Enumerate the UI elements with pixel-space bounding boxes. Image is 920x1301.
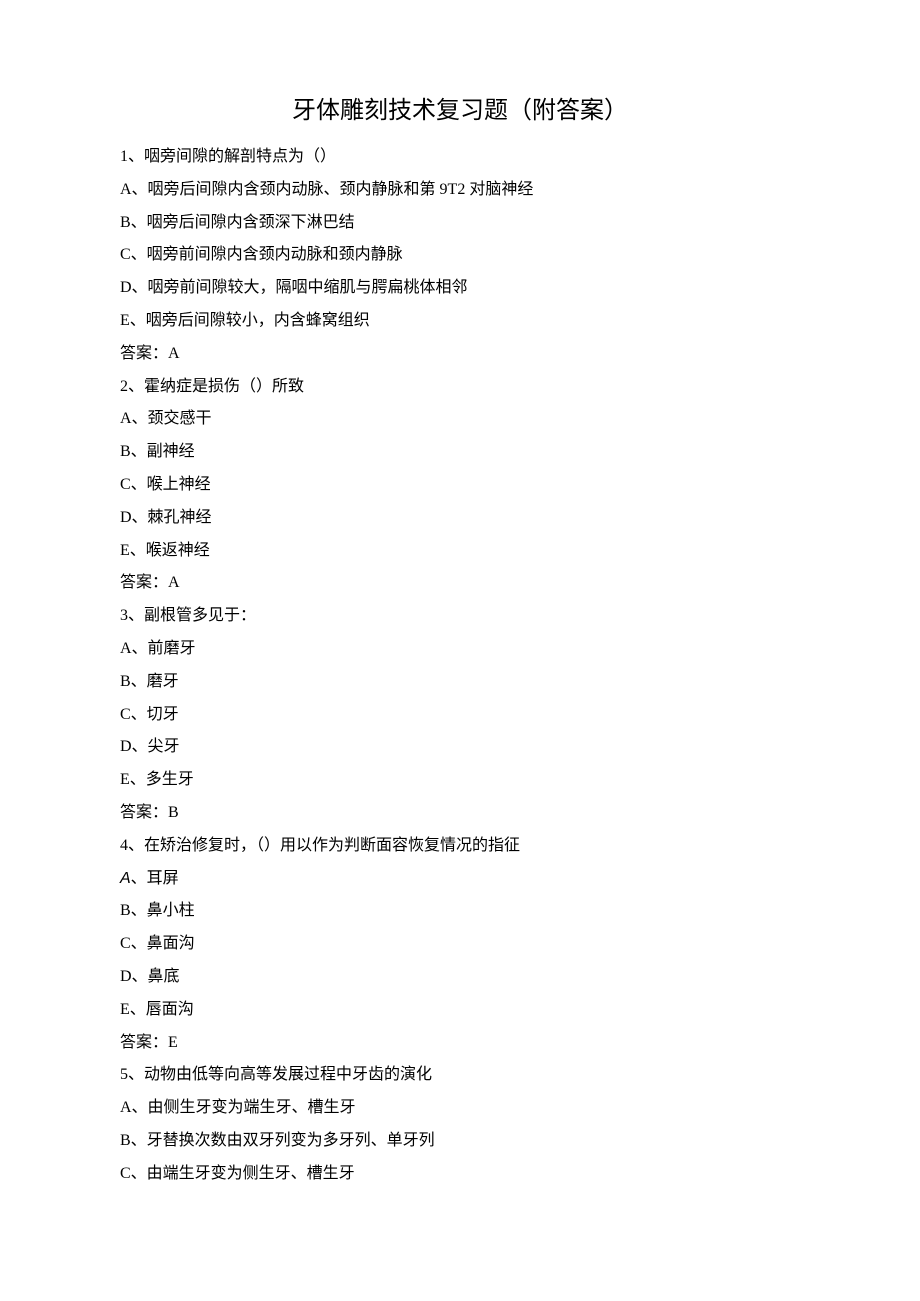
question-option: B、鼻小柱: [120, 895, 800, 928]
question-answer: 答案：E: [120, 1027, 800, 1060]
question-option: B、咽旁后间隙内含颈深下淋巴结: [120, 207, 800, 240]
question-stem: 4、在矫治修复时，（）用以作为判断面容恢复情况的指征: [120, 830, 800, 863]
option-letter: A: [120, 870, 131, 887]
document-page: 牙体雕刻技术复习题（附答案） 1、咽旁间隙的解剖特点为（）A、咽旁后间隙内含颈内…: [0, 0, 920, 1251]
question-option: E、唇面沟: [120, 994, 800, 1027]
question-option: E、喉返神经: [120, 535, 800, 568]
question-option: A、耳屏: [120, 863, 800, 896]
question-option: A、颈交感干: [120, 403, 800, 436]
question-option: C、切牙: [120, 699, 800, 732]
question-answer: 答案：B: [120, 797, 800, 830]
question-option: A、咽旁后间隙内含颈内动脉、颈内静脉和第 9T2 对脑神经: [120, 174, 800, 207]
question-stem: 2、霍纳症是损伤（）所致: [120, 371, 800, 404]
question-stem: 1、咽旁间隙的解剖特点为（）: [120, 141, 800, 174]
question-option: D、咽旁前间隙较大，隔咽中缩肌与腭扁桃体相邻: [120, 272, 800, 305]
question-answer: 答案：A: [120, 567, 800, 600]
question-option: B、牙替换次数由双牙列变为多牙列、单牙列: [120, 1125, 800, 1158]
question-option: A、前磨牙: [120, 633, 800, 666]
question-option: D、尖牙: [120, 731, 800, 764]
question-option: D、棘孔神经: [120, 502, 800, 535]
question-option: C、咽旁前间隙内含颈内动脉和颈内静脉: [120, 239, 800, 272]
question-option: C、由端生牙变为侧生牙、槽生牙: [120, 1158, 800, 1191]
question-answer: 答案：A: [120, 338, 800, 371]
document-title: 牙体雕刻技术复习题（附答案）: [120, 90, 800, 125]
question-stem: 3、副根管多见于：: [120, 600, 800, 633]
question-option: B、磨牙: [120, 666, 800, 699]
question-option: E、多生牙: [120, 764, 800, 797]
question-stem: 5、动物由低等向高等发展过程中牙齿的演化: [120, 1059, 800, 1092]
document-body: 1、咽旁间隙的解剖特点为（）A、咽旁后间隙内含颈内动脉、颈内静脉和第 9T2 对…: [120, 141, 800, 1191]
question-option: D、鼻底: [120, 961, 800, 994]
question-option: E、咽旁后间隙较小，内含蜂窝组织: [120, 305, 800, 338]
question-option: C、鼻面沟: [120, 928, 800, 961]
question-option: A、由侧生牙变为端生牙、槽生牙: [120, 1092, 800, 1125]
question-option: B、副神经: [120, 436, 800, 469]
question-option: C、喉上神经: [120, 469, 800, 502]
